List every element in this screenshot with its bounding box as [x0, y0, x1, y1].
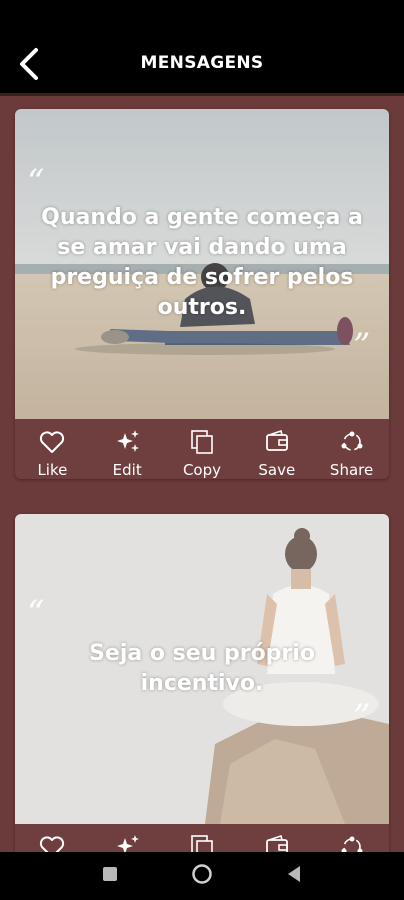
page-title: MENSAGENS	[140, 53, 264, 73]
copy-button[interactable]: Copy	[169, 419, 235, 479]
like-label: Like	[37, 461, 68, 479]
edit-button[interactable]: Edit	[94, 419, 160, 479]
edit-button[interactable]: Edit	[94, 824, 160, 852]
quote-text: Seja o seu próprio incentivo.	[89, 641, 315, 696]
copy-label: Copy	[182, 461, 222, 479]
heart-icon	[39, 834, 65, 852]
open-quote-mark: “	[27, 162, 45, 202]
recent-apps-button[interactable]	[98, 864, 122, 888]
save-button[interactable]: Save	[244, 824, 310, 852]
message-card: “ Quando a gente começa a se amar vai da…	[15, 109, 389, 479]
back-nav-button[interactable]	[282, 864, 306, 888]
quote-image[interactable]: “ Seja o seu próprio incentivo. ”	[15, 514, 389, 824]
system-nav-bar	[0, 852, 404, 900]
share-icon	[339, 834, 365, 852]
like-button[interactable]: Like	[19, 824, 85, 852]
save-button[interactable]: Save	[244, 419, 310, 479]
quote-image[interactable]: “ Quando a gente começa a se amar vai da…	[15, 109, 389, 419]
share-label: Share	[329, 461, 374, 479]
share-icon	[339, 429, 365, 455]
heart-icon	[39, 429, 65, 455]
open-quote-mark: “	[27, 593, 45, 633]
copy-icon	[189, 429, 215, 455]
card-actions: Like Edit Copy	[15, 824, 389, 852]
quote-text: Quando a gente começa a se amar vai dand…	[41, 205, 363, 320]
copy-icon	[189, 834, 215, 852]
save-label: Save	[258, 461, 296, 479]
edit-label: Edit	[112, 461, 142, 479]
close-quote-mark: ”	[353, 697, 371, 737]
like-button[interactable]: Like	[19, 419, 85, 479]
square-icon	[102, 866, 118, 886]
app-bar: MENSAGENS	[0, 0, 404, 93]
share-button[interactable]: Share	[319, 824, 385, 852]
close-quote-mark: ”	[353, 326, 371, 366]
wallet-icon	[264, 834, 290, 852]
share-button[interactable]: Share	[319, 419, 385, 479]
copy-button[interactable]: Copy	[169, 824, 235, 852]
message-feed[interactable]: “ Quando a gente começa a se amar vai da…	[0, 96, 404, 852]
message-card: “ Seja o seu próprio incentivo. ” Like E…	[15, 514, 389, 852]
sparkle-icon	[114, 429, 140, 455]
card-actions: Like Edit Copy	[15, 419, 389, 479]
circle-icon	[191, 863, 213, 889]
triangle-back-icon	[286, 865, 302, 887]
home-button[interactable]	[190, 864, 214, 888]
sparkle-icon	[114, 834, 140, 852]
wallet-icon	[264, 429, 290, 455]
